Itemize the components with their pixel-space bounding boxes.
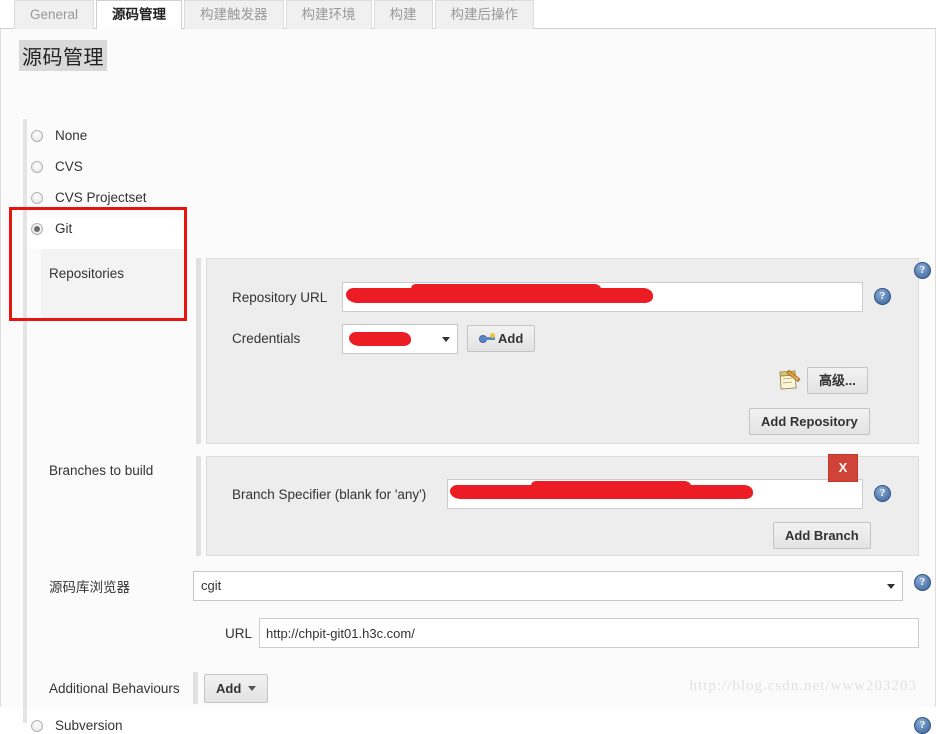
- watermark-text: http://blog.csdn.net/www203203: [689, 678, 917, 694]
- radio-option-none[interactable]: None: [31, 128, 87, 143]
- add-credentials-label: Add: [498, 331, 524, 346]
- help-icon-branch-specifier[interactable]: ?: [874, 485, 891, 502]
- repository-browser-select[interactable]: cgit: [193, 571, 903, 601]
- tab-general[interactable]: General: [14, 0, 95, 29]
- key-icon: [479, 333, 495, 344]
- additional-behaviours-add-label: Add: [216, 681, 242, 696]
- scm-config-page: 源码管理 None CVS CVS Projectset Git Subvers…: [0, 29, 936, 734]
- radio-git-label: Git: [55, 221, 73, 236]
- radio-option-git[interactable]: Git: [31, 221, 72, 236]
- credentials-select[interactable]: [342, 324, 458, 354]
- radio-cvs-projectset-label: CVS Projectset: [55, 190, 147, 205]
- radio-git-indicator: [31, 222, 43, 235]
- radio-subversion-label: Subversion: [55, 718, 123, 733]
- notepad-pencil-icon: [779, 369, 801, 391]
- delete-branch-button[interactable]: X: [828, 454, 858, 482]
- chevron-down-icon-credentials: [442, 337, 450, 342]
- repository-url-input[interactable]: [342, 282, 863, 312]
- repositories-indent-bar: [196, 258, 201, 444]
- tab-post-build-actions[interactable]: 构建后操作: [434, 0, 535, 29]
- tab-build[interactable]: 构建: [373, 0, 433, 29]
- repository-browser-label: 源码库浏览器: [49, 580, 130, 595]
- radio-none-label: None: [55, 128, 88, 143]
- help-icon-subversion[interactable]: ?: [914, 717, 931, 734]
- radio-cvs-label: CVS: [55, 159, 83, 174]
- tab-build-triggers[interactable]: 构建触发器: [184, 0, 284, 29]
- branch-specifier-label: Branch Specifier (blank for 'any'): [232, 487, 427, 502]
- radio-option-subversion[interactable]: Subversion: [31, 718, 123, 733]
- radio-cvs-indicator: [31, 160, 43, 173]
- branch-specifier-input[interactable]: [447, 479, 863, 509]
- radio-cvs-projectset-indicator: [31, 191, 43, 204]
- advanced-button[interactable]: 高级...: [807, 367, 868, 394]
- radio-none-indicator: [31, 129, 43, 142]
- tab-build-environment[interactable]: 构建环境: [285, 0, 372, 29]
- radio-subversion-indicator: [31, 719, 43, 732]
- help-icon-repository-browser[interactable]: ?: [914, 574, 931, 591]
- chevron-down-icon-add: [248, 686, 257, 691]
- config-tab-bar: General 源码管理 构建触发器 构建环境 构建 构建后操作: [0, 0, 936, 29]
- page-title: 源码管理: [19, 40, 107, 71]
- chevron-down-icon-browser: [887, 584, 895, 589]
- repository-browser-value: cgit: [201, 578, 222, 593]
- branches-indent-bar: [196, 456, 201, 556]
- browser-url-input[interactable]: [259, 618, 919, 648]
- add-repository-button[interactable]: Add Repository: [749, 408, 870, 435]
- credentials-label: Credentials: [232, 331, 301, 346]
- repository-url-label: Repository URL: [232, 290, 328, 305]
- additional-behaviours-label: Additional Behaviours: [49, 681, 180, 696]
- section-rail: [23, 119, 27, 723]
- help-icon-repository-url[interactable]: ?: [874, 288, 891, 305]
- radio-option-cvs-projectset[interactable]: CVS Projectset: [31, 190, 147, 205]
- add-branch-button[interactable]: Add Branch: [773, 522, 871, 549]
- tab-source-code-management[interactable]: 源码管理: [96, 0, 183, 29]
- additional-behaviours-add-button[interactable]: Add: [204, 674, 269, 703]
- browser-url-label: URL: [225, 626, 253, 641]
- additional-behaviours-indent-bar: [193, 672, 198, 704]
- radio-option-cvs[interactable]: CVS: [31, 159, 83, 174]
- add-credentials-button[interactable]: Add: [467, 325, 536, 352]
- repositories-label: Repositories: [49, 266, 125, 281]
- branches-to-build-label: Branches to build: [49, 463, 154, 478]
- git-subpanel-block: [41, 249, 187, 321]
- help-icon-repositories[interactable]: ?: [914, 262, 931, 279]
